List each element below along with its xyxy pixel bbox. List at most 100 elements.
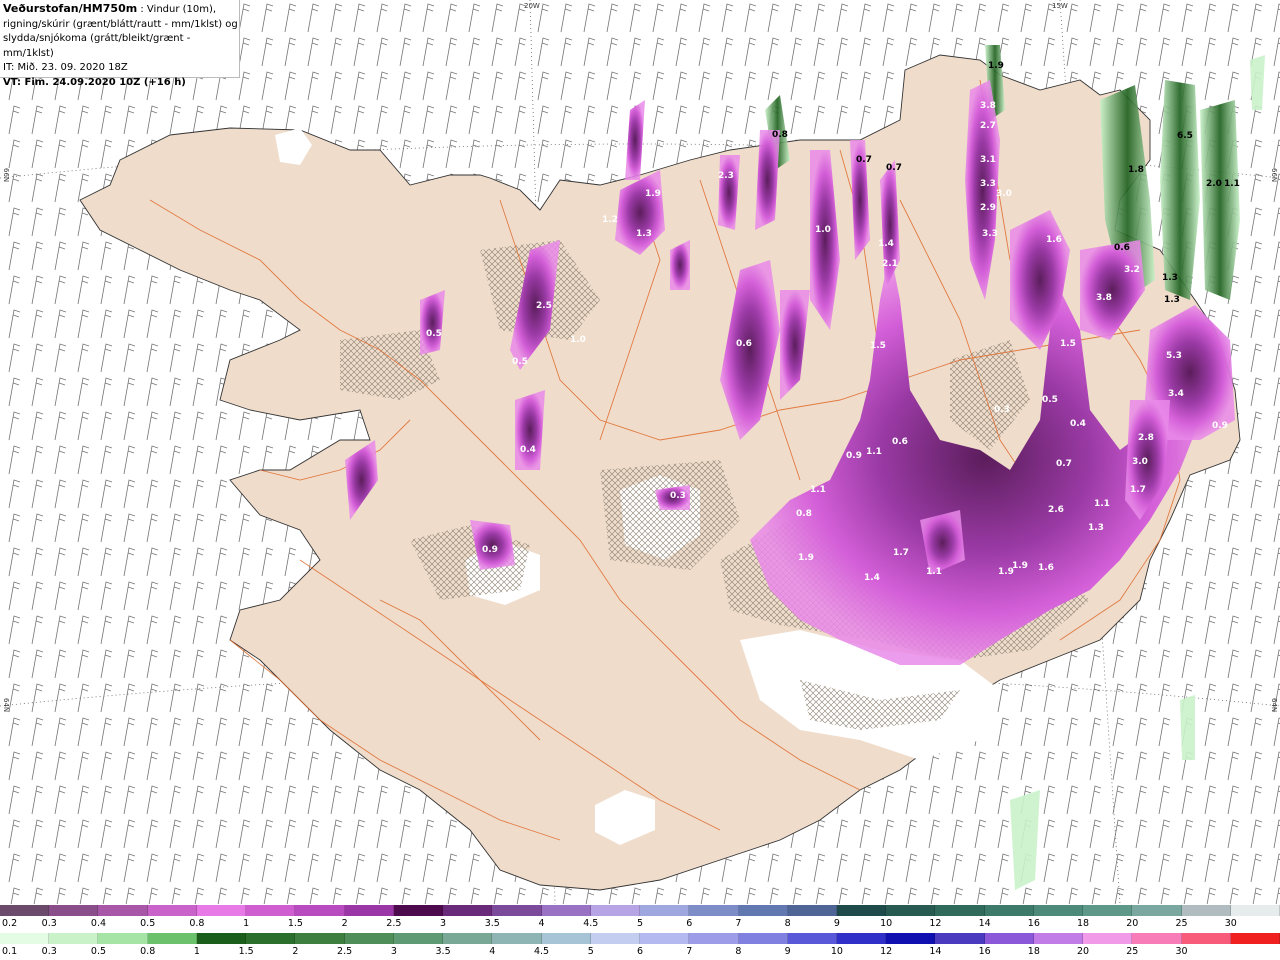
legend-swatch (98, 905, 148, 916)
legend-swatch (344, 905, 394, 916)
legend-label: 12 (929, 918, 942, 929)
precip-label: 2.9 (980, 203, 996, 213)
precip-label: 2.3 (718, 171, 734, 181)
precip-label: 0.9 (482, 545, 498, 555)
legend-label: 8 (784, 918, 791, 929)
legend-swatch (1181, 905, 1231, 916)
legend-label: 4 (489, 946, 496, 957)
legend-swatch (196, 905, 247, 916)
legend-label: 4.5 (583, 918, 599, 929)
lon-label-15w: 15W (1052, 2, 1068, 10)
valid-time: VT: Fim. 24.09.2020 10Z (+16 h) (3, 76, 186, 88)
legend-swatch (443, 933, 493, 944)
legend-swatch (147, 933, 197, 944)
legend-label: 7 (735, 918, 742, 929)
description-line-1: : Vindur (10m), (137, 4, 217, 15)
precip-label: 1.7 (893, 548, 909, 558)
legend-swatch (1083, 905, 1133, 916)
rain-legend-labels: 0.1 0.3 0.5 0.8 1 1.5 2 2.5 3 3.5 4 4.5 5 6 7 8 9 10 12 14 1… (0, 946, 1280, 958)
precip-label: 1.4 (878, 239, 894, 249)
precip-label: 0.8 (772, 130, 788, 140)
legend-swatch (1132, 905, 1182, 916)
legend-label: 2 (341, 918, 348, 929)
precip-label: 1.1 (866, 447, 882, 457)
legend-swatch (246, 905, 296, 916)
legend-label: 0.4 (90, 918, 107, 929)
precip-label: 2.7 (980, 121, 996, 131)
legend-swatch (886, 933, 936, 944)
precip-label: 0.5 (512, 357, 528, 367)
legend-label: 14 (978, 918, 991, 929)
legend-label: 5 (587, 946, 594, 957)
legend-swatch (1230, 933, 1280, 944)
legend-swatch (246, 933, 296, 944)
legend-label: 0.8 (140, 946, 156, 957)
legend-swatch (0, 933, 50, 944)
precip-label: 1.0 (815, 225, 831, 235)
legend-label: 25 (1175, 918, 1188, 929)
legend-swatch (49, 905, 99, 916)
precip-label: 0.6 (736, 339, 752, 349)
precip-label: 0.8 (796, 509, 812, 519)
precip-label: 3.3 (980, 179, 996, 189)
legend-swatch (640, 905, 690, 916)
issue-time: IT: Mið. 23. 09. 2020 18Z (3, 62, 128, 73)
legend-label: 2.5 (386, 918, 402, 929)
legend-swatch (492, 905, 542, 916)
legend-label: 1.5 (287, 918, 303, 929)
legend-swatch (1132, 933, 1182, 944)
precip-label: 1.3 (1088, 523, 1104, 533)
precip-label: 3.0 (1132, 457, 1148, 467)
precip-label: 5.3 (1166, 351, 1182, 361)
precip-label: 1.6 (1046, 235, 1062, 245)
lon-label-20w: 20W (524, 2, 540, 10)
legend-label: 0.2 (2, 918, 18, 929)
legend-label: 5 (636, 918, 644, 929)
legend-label: 30 (1224, 918, 1237, 929)
snow-color-legend (0, 905, 1280, 916)
legend-label: 0.3 (41, 918, 57, 929)
legend-swatch (935, 933, 985, 944)
precip-label: 0.9 (1212, 421, 1228, 431)
legend-label: 0.5 (140, 918, 156, 929)
precip-label: 2.0 (1206, 179, 1222, 189)
legend-swatch (147, 905, 197, 916)
precip-label: 0.5 (426, 329, 442, 339)
precip-label: 1.5 (870, 341, 886, 351)
legend-swatch (541, 933, 591, 944)
precip-label: 1.3 (1164, 295, 1180, 305)
legend-swatch (590, 933, 641, 944)
legend-label: 0.3 (41, 946, 57, 957)
snow-legend-labels: 0.2 0.3 0.4 0.5 0.8 1 1.5 2 2.5 3 3.5 4 4.5 5 6 7 8 9 10 12… (0, 918, 1280, 930)
legend-swatch (393, 905, 444, 916)
legend-label: 4.5 (533, 946, 550, 957)
legend-label: 4 (538, 918, 545, 929)
precip-label: 3.8 (1096, 293, 1112, 303)
legend-swatch (590, 905, 641, 916)
precip-label: 1.9 (1012, 561, 1028, 571)
legend-label: 2 (292, 946, 299, 957)
legend-swatch (1033, 905, 1084, 916)
legend-label: 18 (1027, 946, 1040, 957)
legend-label: 3 (440, 918, 447, 929)
legend-swatch (836, 933, 887, 944)
precip-label: 1.8 (1128, 165, 1144, 175)
legend-swatch (935, 905, 985, 916)
legend-label: 1 (193, 946, 200, 957)
lat-label-right-64n: 64N (1270, 698, 1278, 713)
legend-label: 10 (880, 918, 893, 929)
legend-label: 7 (686, 946, 693, 957)
legend-label: 9 (784, 946, 791, 957)
legend-swatch (984, 905, 1034, 916)
description-line-3: slydda/snjókoma (grátt/bleikt/grænt - mm… (3, 33, 191, 59)
legend-swatch (886, 905, 936, 916)
legend-swatch (984, 933, 1034, 944)
precip-label: 0.7 (1056, 459, 1072, 469)
precip-label: 0.5 (1042, 395, 1058, 405)
legend-swatch (344, 933, 394, 944)
legend-label: 6 (636, 946, 644, 957)
precip-label: 0.3 (670, 491, 686, 501)
legend-label: 1 (243, 918, 250, 929)
legend-swatch (1181, 933, 1231, 944)
legend-swatch (1033, 933, 1084, 944)
